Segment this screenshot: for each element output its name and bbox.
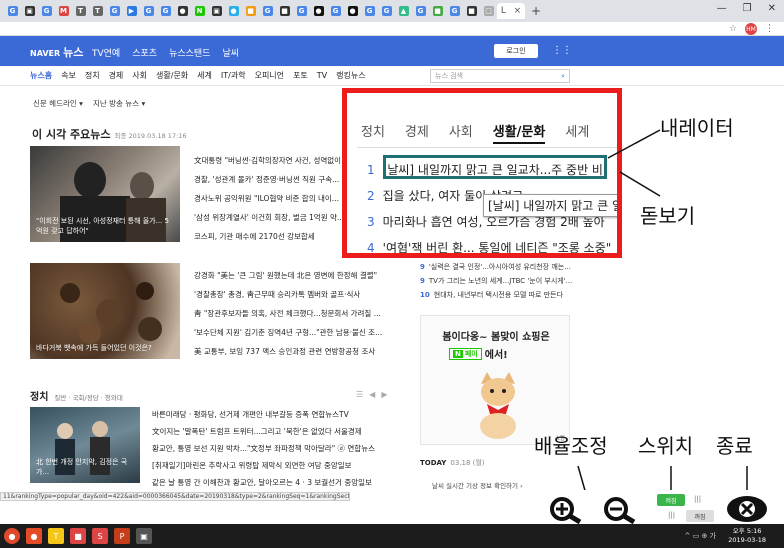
exit-icon[interactable]: [724, 494, 770, 524]
narrator-annotation: 내레이터: [660, 116, 734, 140]
zoom-out-icon[interactable]: [594, 496, 650, 524]
switch-annotation: 스위치: [638, 434, 694, 458]
taskbar-clock: 오후 5:16 2019-03-18: [728, 527, 766, 544]
switch-handle-icon: |||: [694, 495, 702, 503]
taskbar-app-icon[interactable]: ▣: [136, 528, 152, 544]
switch-handle-icon: |||: [668, 511, 676, 519]
taskbar-app-icon[interactable]: ●: [26, 528, 42, 544]
exit-annotation: 종료: [716, 434, 753, 458]
zoom-in-icon[interactable]: [538, 496, 594, 524]
taskbar-app-icon[interactable]: ■: [70, 528, 86, 544]
start-icon[interactable]: ●: [4, 528, 20, 544]
system-tray: ^ ▭ ⊕ 가: [684, 532, 716, 540]
windows-taskbar: ● ● T ■ S P ▣: [0, 524, 784, 548]
magnifier-annotation: 돋보기: [640, 204, 696, 228]
taskbar-app-icon[interactable]: S: [92, 528, 108, 544]
switch-off-toggle[interactable]: 꺼짐: [686, 510, 714, 522]
taskbar-app-icon[interactable]: P: [114, 528, 130, 544]
taskbar-app-icon[interactable]: T: [48, 528, 64, 544]
switch-on-toggle[interactable]: 켜짐: [657, 494, 685, 506]
zoom-level-annotation: 배율조정: [534, 434, 608, 458]
annotation-arrows: [577, 129, 748, 495]
